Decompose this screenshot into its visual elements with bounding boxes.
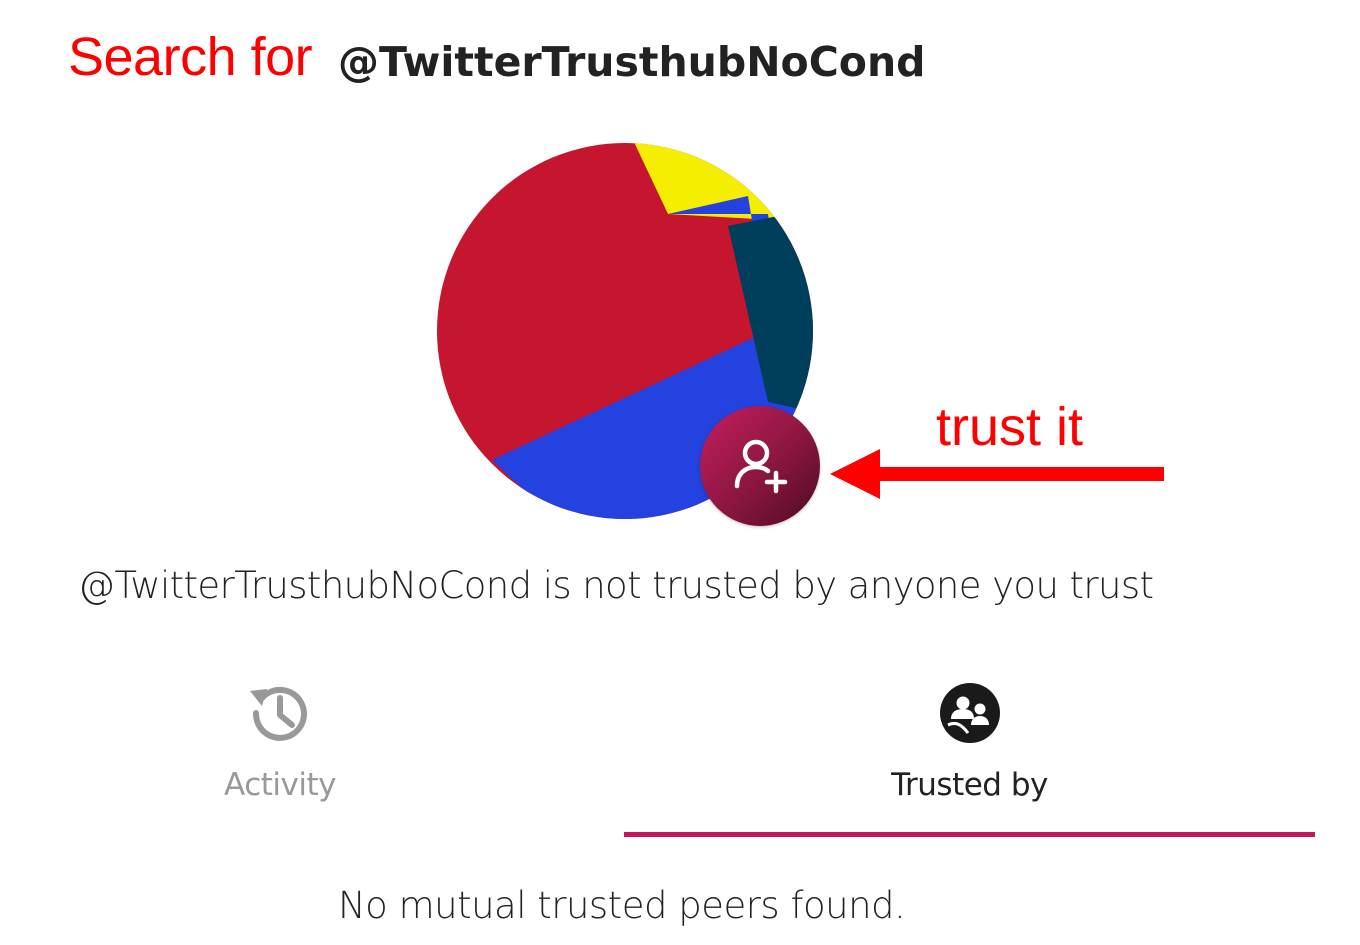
page: Search for @TwitterTrusthubNoCond trust … [0,0,1360,945]
active-tab-indicator [624,832,1315,837]
annotation-arrow-icon [830,449,1164,499]
tab-trusted-by-label: Trusted by [891,767,1048,803]
empty-state-message: No mutual trusted peers found. [338,884,906,927]
tab-activity-label: Activity [224,767,336,803]
tab-activity[interactable]: Activity [80,676,480,838]
person-add-icon [734,439,788,494]
profile-handle-title: @TwitterTrusthubNoCond [338,38,926,86]
trust-status-text: @TwitterTrusthubNoCond is not trusted by… [78,564,1154,607]
history-icon [250,686,307,741]
group-icon [939,683,1000,743]
trust-button[interactable] [700,406,820,526]
search-for-annotation: Search for [68,27,313,87]
tab-trusted-by[interactable]: Trusted by [624,676,1315,838]
